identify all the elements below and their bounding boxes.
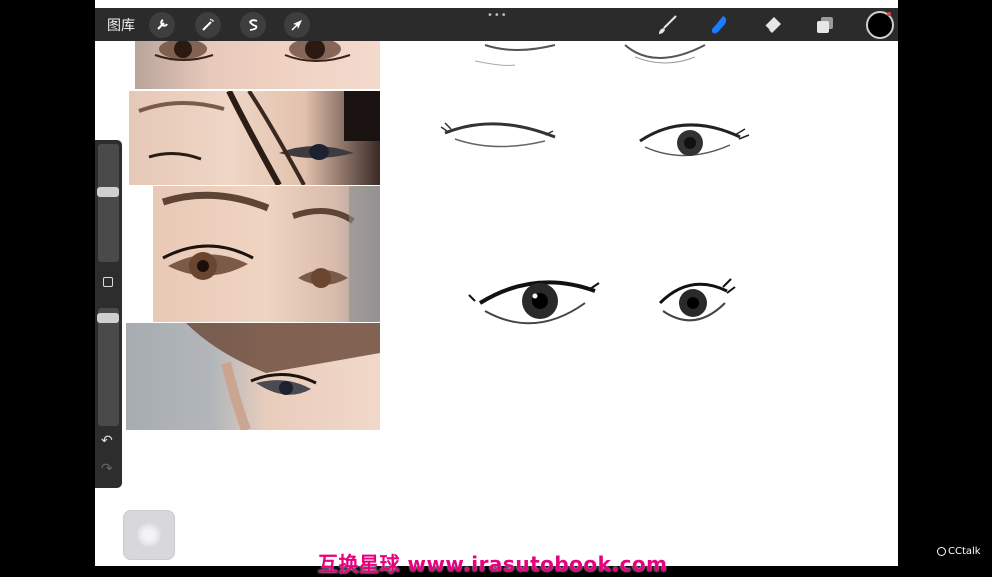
layers-icon bbox=[817, 17, 833, 33]
brush-size-thumb[interactable] bbox=[97, 187, 119, 197]
eye-sketches bbox=[440, 44, 750, 325]
brush-icon bbox=[659, 15, 677, 34]
wrench-icon bbox=[157, 19, 168, 30]
brush-size-slider[interactable] bbox=[98, 144, 119, 262]
eye-photo-4-art bbox=[186, 323, 380, 430]
eraser-button[interactable] bbox=[759, 12, 785, 38]
brand-badge: CCtalk bbox=[937, 546, 981, 557]
top-toolbar: 图库 ••• bbox=[95, 8, 898, 41]
selection-button[interactable] bbox=[240, 12, 266, 38]
smudge-button[interactable] bbox=[706, 12, 732, 38]
undo-icon[interactable]: ↶ bbox=[101, 433, 113, 449]
watermark-text: 互换星球 www.irasutobook.com bbox=[318, 552, 668, 576]
eraser-icon bbox=[764, 17, 781, 33]
reference-photo-4 bbox=[126, 323, 380, 430]
layers-button[interactable] bbox=[812, 12, 838, 38]
sketch-eye-top-left bbox=[474, 44, 556, 66]
reference-photo-2 bbox=[129, 91, 380, 185]
procreate-canvas-screen: 图库 ••• ↶ ↷ bbox=[95, 0, 898, 566]
actions-button[interactable] bbox=[149, 12, 175, 38]
selection-s-icon bbox=[248, 19, 258, 31]
quickshape-dot-icon bbox=[137, 523, 161, 547]
color-indicator-dot bbox=[887, 12, 891, 16]
eye-photo-1-art bbox=[154, 41, 351, 62]
adjustments-button[interactable] bbox=[195, 12, 221, 38]
sketch-eye-mid-left bbox=[440, 122, 556, 148]
gallery-button[interactable]: 图库 bbox=[107, 15, 135, 35]
arrow-cursor-icon bbox=[291, 20, 302, 31]
cctalk-logo-icon bbox=[937, 547, 946, 556]
sketch-eye-mid-right bbox=[639, 123, 750, 157]
opacity-thumb[interactable] bbox=[97, 313, 119, 323]
transform-button[interactable] bbox=[284, 12, 310, 38]
eye-photo-2-art bbox=[138, 91, 380, 185]
quickshape-floating-button[interactable] bbox=[123, 510, 175, 560]
brand-label: CCtalk bbox=[948, 546, 981, 557]
modify-button-square-icon[interactable] bbox=[103, 277, 113, 287]
more-handle[interactable]: ••• bbox=[487, 10, 508, 21]
magic-wand-icon bbox=[202, 18, 214, 31]
smudge-finger-icon bbox=[711, 16, 727, 34]
sketch-eye-bottom-right bbox=[658, 278, 736, 322]
reference-photo-3 bbox=[153, 186, 380, 322]
sketch-eye-top-right bbox=[624, 44, 706, 64]
redo-icon[interactable]: ↷ bbox=[101, 461, 113, 477]
brush-button[interactable] bbox=[654, 12, 680, 38]
opacity-slider[interactable] bbox=[98, 308, 119, 426]
eye-photo-3-art bbox=[161, 186, 380, 322]
left-sidebar: ↶ ↷ bbox=[95, 140, 122, 488]
sketch-eye-bottom-left bbox=[468, 280, 600, 325]
reference-photo-1 bbox=[135, 41, 380, 89]
